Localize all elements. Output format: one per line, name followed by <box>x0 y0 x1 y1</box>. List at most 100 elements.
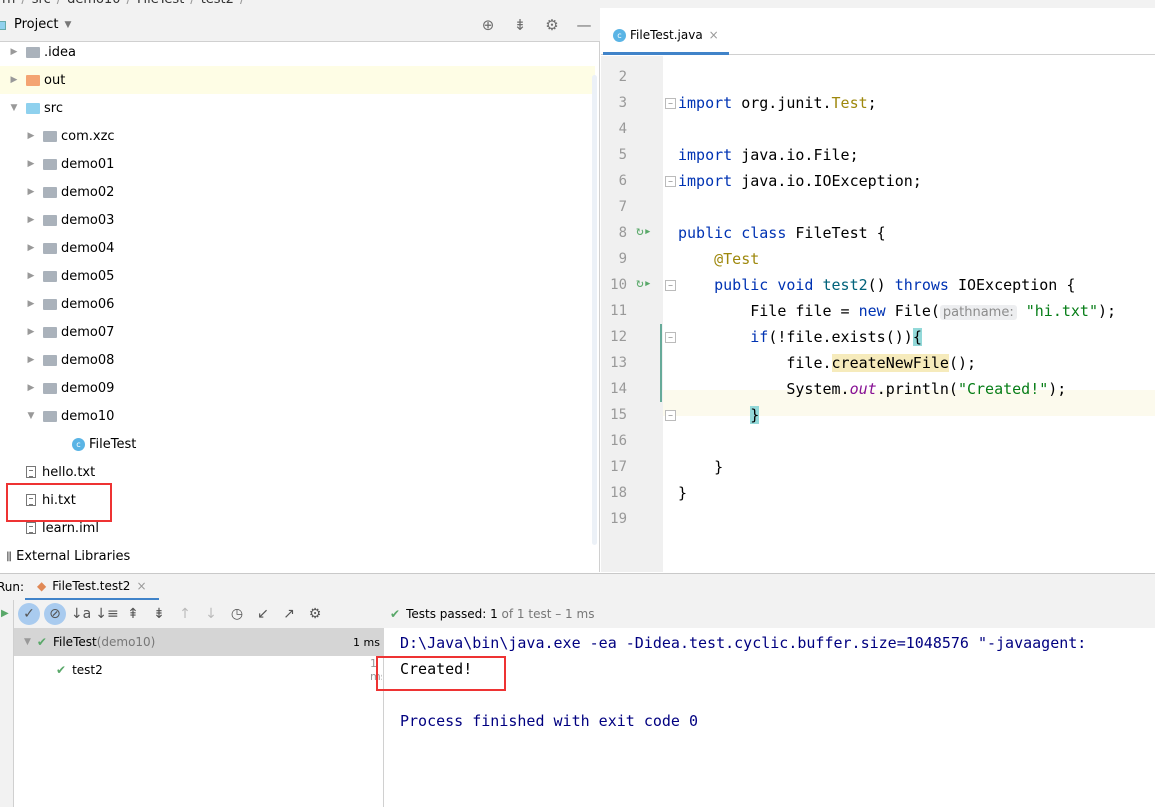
project-view-selector[interactable]: Project <box>14 17 58 32</box>
code-line[interactable]: file.createNewFile(); <box>678 350 976 376</box>
code-line[interactable]: } <box>678 480 687 506</box>
next-icon[interactable]: ↓ <box>198 606 224 622</box>
code-line[interactable]: System.out.println("Created!"); <box>678 376 1066 402</box>
run-test-icon[interactable]: ↻▸ <box>636 276 652 291</box>
collapsed-arrow-icon[interactable]: ▶ <box>25 299 37 309</box>
folder-icon <box>26 74 40 86</box>
collapsed-arrow-icon[interactable]: ▶ <box>25 159 37 169</box>
code-line[interactable]: } <box>678 402 760 428</box>
code-line[interactable]: public void test2() throws IOException { <box>678 272 1075 298</box>
run-tab[interactable]: ◆ FileTest.test2 × <box>25 574 159 601</box>
package-icon <box>43 214 57 226</box>
code-token: (!file.exists()) <box>768 328 913 346</box>
tree-item-external-libraries[interactable]: ||| External Libraries <box>0 542 595 570</box>
tree-item-demo10[interactable]: ▼ demo10 <box>0 402 595 430</box>
code-line[interactable]: if(!file.exists()){ <box>678 324 922 350</box>
tree-item-label: .idea <box>44 44 76 60</box>
tree-item-demo03[interactable]: ▶ demo03 <box>0 206 595 234</box>
breadcrumb-separator: / <box>127 0 131 7</box>
collapsed-arrow-icon[interactable]: ▶ <box>25 271 37 281</box>
tree-item-label: demo03 <box>61 212 115 228</box>
line-number: 19 <box>610 511 627 527</box>
tree-item-demo01[interactable]: ▶ demo01 <box>0 150 595 178</box>
line-number: 8 <box>618 225 627 241</box>
status-suffix: of 1 test – 1 ms <box>497 607 595 621</box>
folder-icon <box>26 102 40 114</box>
breadcrumb-item[interactable]: src <box>32 0 51 7</box>
line-number: 5 <box>618 147 627 163</box>
rerun-icon[interactable]: ▶ <box>1 608 9 619</box>
tree-item-demo05[interactable]: ▶ demo05 <box>0 262 595 290</box>
code-line[interactable]: public class FileTest { <box>678 220 886 246</box>
code-line[interactable]: File file = new File(pathname: "hi.txt")… <box>678 298 1116 324</box>
run-test-icon[interactable]: ↻▸ <box>636 224 652 239</box>
history-icon[interactable]: ◷ <box>224 606 250 622</box>
collapsed-arrow-icon[interactable]: ▶ <box>8 47 20 57</box>
locate-icon[interactable]: ⊕ <box>472 16 504 34</box>
chevron-down-icon[interactable]: ▼ <box>64 20 71 30</box>
collapsed-arrow-icon[interactable]: ▶ <box>25 243 37 253</box>
tab-filetest-java[interactable]: c FileTest.java × <box>603 18 729 55</box>
code-line[interactable]: @Test <box>678 246 759 272</box>
breadcrumb-item[interactable]: test2 <box>201 0 234 7</box>
test-row[interactable]: ✔ test2 1 ms <box>14 656 384 684</box>
tree-item-hello-txt[interactable]: hello.txt <box>0 458 595 486</box>
show-passed-icon[interactable]: ✓ <box>18 603 40 625</box>
code-line[interactable]: import java.io.IOException; <box>678 168 922 194</box>
tree-item-com-xzc[interactable]: ▶ com.xzc <box>0 122 595 150</box>
import-icon[interactable]: ↙ <box>250 606 276 622</box>
breadcrumb-item[interactable]: demo10 <box>67 0 120 7</box>
collapsed-arrow-icon[interactable]: ▶ <box>25 187 37 197</box>
export-icon[interactable]: ↗ <box>276 606 302 622</box>
tree-item-demo04[interactable]: ▶ demo04 <box>0 234 595 262</box>
scrollbar[interactable] <box>592 75 597 545</box>
sort-duration-icon[interactable]: ↓≡ <box>94 606 120 622</box>
tree-item-demo09[interactable]: ▶ demo09 <box>0 374 595 402</box>
fold-marker-icon[interactable]: − <box>665 410 676 421</box>
collapsed-arrow-icon[interactable]: ▶ <box>25 327 37 337</box>
fold-marker-icon[interactable]: − <box>665 280 676 291</box>
class-icon: c <box>72 437 85 451</box>
prev-icon[interactable]: ↑ <box>172 606 198 622</box>
collapse-all-icon[interactable]: ⇟ <box>504 16 536 34</box>
fold-marker-icon[interactable]: − <box>665 98 676 109</box>
tree-item-out[interactable]: ▶ out <box>0 66 595 94</box>
breadcrumb-separator: / <box>240 0 244 7</box>
hide-icon[interactable]: — <box>568 16 600 34</box>
expanded-arrow-icon[interactable]: ▼ <box>25 411 37 421</box>
tree-item-src[interactable]: ▼ src <box>0 94 595 122</box>
code-line[interactable]: } <box>678 454 723 480</box>
fold-marker-icon[interactable]: − <box>665 176 676 187</box>
breadcrumb-item[interactable]: FileTest <box>137 0 184 7</box>
collapsed-arrow-icon[interactable]: ▶ <box>25 383 37 393</box>
gear-icon[interactable]: ⚙ <box>536 16 568 34</box>
close-icon[interactable]: × <box>136 579 146 593</box>
tree-item-demo07[interactable]: ▶ demo07 <box>0 318 595 346</box>
collapsed-arrow-icon[interactable]: ▶ <box>25 215 37 225</box>
fold-marker-icon[interactable]: − <box>665 332 676 343</box>
console-output[interactable]: D:\Java\bin\java.exe -ea -Didea.test.cyc… <box>385 628 1155 807</box>
sort-alpha-icon[interactable]: ↓a <box>68 606 94 622</box>
gear-icon[interactable]: ⚙ <box>302 606 328 622</box>
expand-all-icon[interactable]: ⇞ <box>120 606 146 622</box>
tree-item-demo06[interactable]: ▶ demo06 <box>0 290 595 318</box>
code-area[interactable]: 2 3 import org.junit.Test; −4 5 import java.i… <box>601 56 1155 572</box>
collapsed-arrow-icon[interactable]: ▶ <box>25 131 37 141</box>
tree-item-demo08[interactable]: ▶ demo08 <box>0 346 595 374</box>
code-token: if <box>750 328 769 346</box>
tree-item-demo02[interactable]: ▶ demo02 <box>0 178 595 206</box>
code-line[interactable]: import org.junit.Test; <box>678 90 877 116</box>
code-token: "Created!" <box>957 380 1049 398</box>
collapse-all-icon[interactable]: ⇟ <box>146 606 172 622</box>
breadcrumb-item[interactable]: rn <box>2 0 15 7</box>
collapsed-arrow-icon[interactable]: ▶ <box>25 355 37 365</box>
tree-item-filetest[interactable]: c FileTest <box>0 430 595 458</box>
tree-item--idea[interactable]: ▶ .idea <box>0 38 595 66</box>
code-line[interactable]: import java.io.File; <box>678 142 859 168</box>
show-ignored-icon[interactable]: ⊘ <box>44 603 66 625</box>
collapsed-arrow-icon[interactable]: ▶ <box>8 75 20 85</box>
close-icon[interactable]: × <box>709 28 719 42</box>
test-suite-row[interactable]: ▼ ✔ FileTest (demo10) 1 ms <box>14 628 384 656</box>
expanded-arrow-icon[interactable]: ▼ <box>8 103 20 113</box>
expand-icon[interactable]: ▼ <box>24 637 31 647</box>
